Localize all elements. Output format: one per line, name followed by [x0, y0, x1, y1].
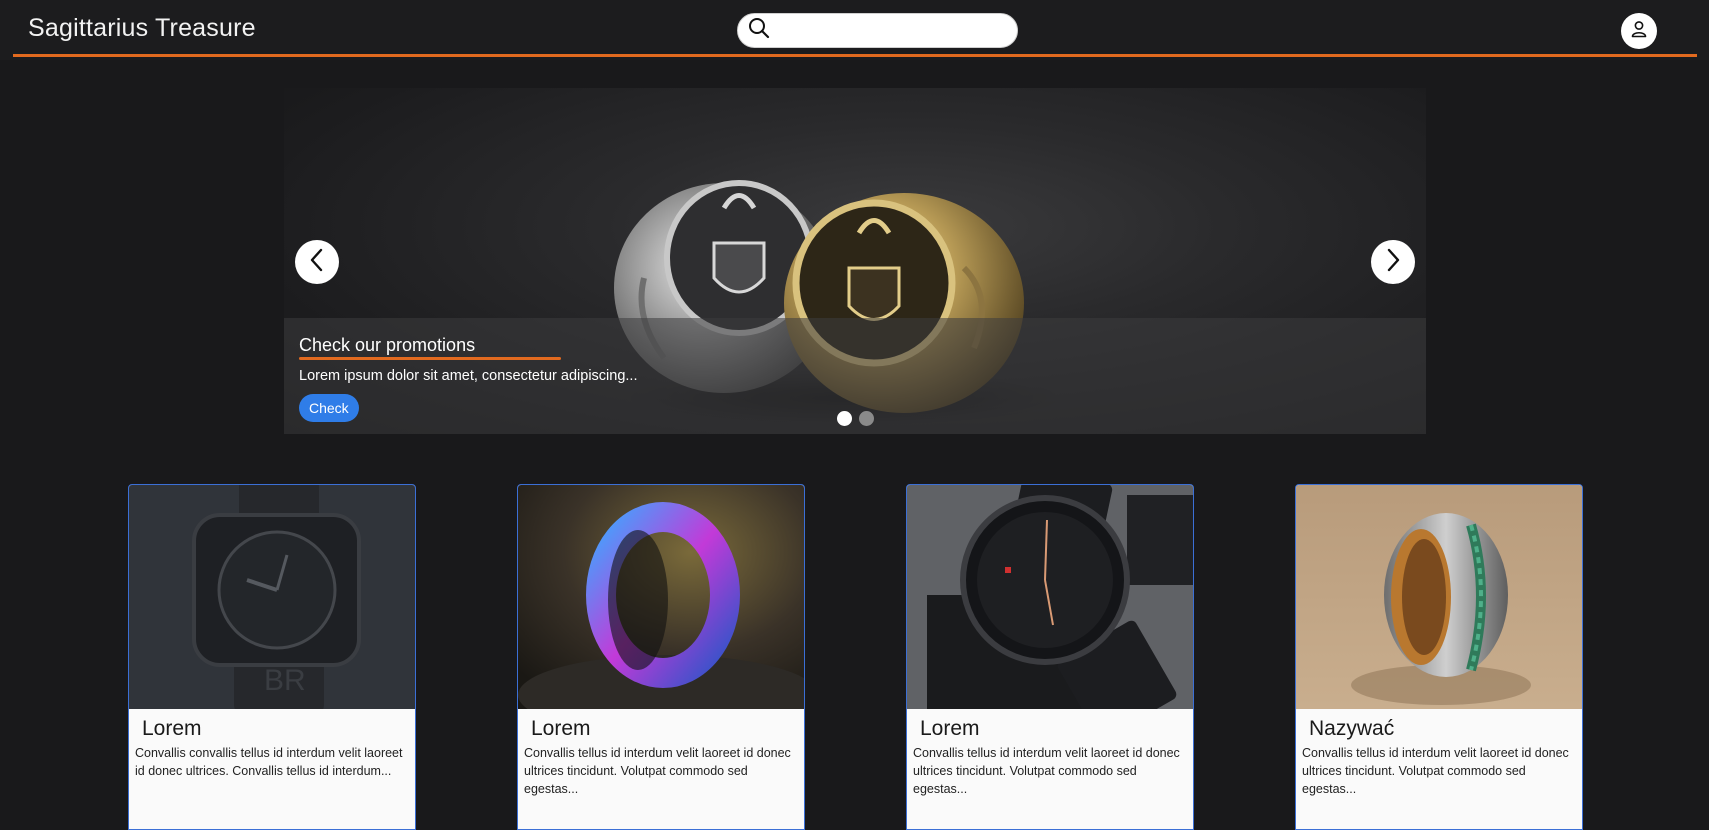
navbar: Sagittarius Treasure — [0, 0, 1709, 60]
product-image-curren-watch[interactable] — [907, 485, 1193, 709]
carousel-dot-2[interactable] — [859, 411, 874, 426]
user-icon — [1629, 19, 1649, 44]
header-accent-line — [13, 54, 1697, 57]
brand-logo-text[interactable]: Sagittarius Treasure — [28, 14, 256, 43]
chevron-right-icon — [1383, 247, 1403, 278]
product-card[interactable]: Lorem Convallis tellus id interdum velit… — [517, 484, 805, 830]
caption-accent-line — [299, 357, 561, 360]
product-title[interactable]: Nazywać — [1309, 717, 1394, 741]
search-box[interactable] — [737, 13, 1018, 48]
product-card[interactable]: BR Lorem Convallis convallis tellus id i… — [128, 484, 416, 830]
caption-title: Check our promotions — [299, 335, 476, 355]
product-card[interactable]: Nazywać Convallis tellus id interdum vel… — [1295, 484, 1583, 830]
check-button[interactable]: Check — [299, 394, 359, 422]
product-description: Convallis tellus id interdum velit laore… — [1302, 746, 1569, 796]
search-input[interactable] — [776, 15, 1006, 46]
carousel-prev-button[interactable] — [295, 240, 339, 284]
product-title[interactable]: Lorem — [142, 717, 202, 741]
product-card[interactable]: Lorem Convallis tellus id interdum velit… — [906, 484, 1194, 830]
product-title[interactable]: Lorem — [920, 717, 980, 741]
svg-text:BR: BR — [264, 664, 306, 697]
product-description: Convallis tellus id interdum velit laore… — [524, 746, 791, 796]
chevron-left-icon — [307, 247, 327, 278]
caption-text: Lorem ipsum dolor sit amet, consectetur … — [299, 368, 638, 384]
promo-carousel: Check our promotions Lorem ipsum dolor s… — [284, 88, 1426, 434]
carousel-next-button[interactable] — [1371, 240, 1415, 284]
product-image-resin-ring[interactable] — [518, 485, 804, 709]
product-image-opal-ring[interactable] — [1296, 485, 1582, 709]
product-image-black-watch[interactable]: BR — [129, 485, 415, 709]
product-description: Convallis tellus id interdum velit laore… — [913, 746, 1180, 796]
search-icon[interactable] — [748, 17, 770, 44]
account-button[interactable] — [1621, 13, 1657, 49]
carousel-indicators — [837, 411, 874, 426]
carousel-dot-1[interactable] — [837, 411, 852, 426]
product-title[interactable]: Lorem — [531, 717, 591, 741]
product-description: Convallis convallis tellus id interdum v… — [135, 746, 403, 778]
